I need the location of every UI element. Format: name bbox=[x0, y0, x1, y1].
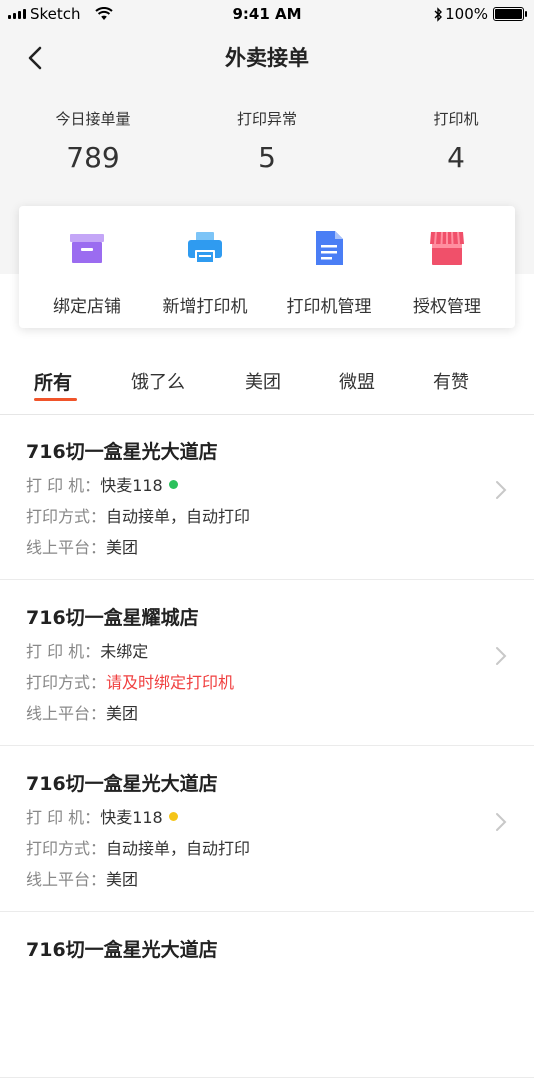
field-label: 线上平台： bbox=[26, 538, 107, 557]
battery-icon bbox=[493, 7, 527, 21]
tab-youzan[interactable]: 有赞 bbox=[433, 368, 469, 394]
tab-eleme[interactable]: 饿了么 bbox=[131, 368, 185, 394]
tab-all[interactable]: 所有 bbox=[34, 368, 72, 395]
field-label: 打 印 机： bbox=[26, 642, 101, 661]
stat-printers: 打印机 4 bbox=[386, 108, 526, 174]
platform-row: 线上平台： 美团 bbox=[26, 866, 138, 890]
stat-today-orders: 今日接单量 789 bbox=[23, 108, 163, 174]
status-dot bbox=[168, 811, 178, 821]
add-printer-button[interactable]: 新增打印机 bbox=[143, 228, 267, 317]
platform-value: 美团 bbox=[106, 538, 139, 557]
field-label: 打印方式： bbox=[26, 507, 107, 526]
printer-value: 快麦118 bbox=[100, 808, 163, 827]
stat-value: 789 bbox=[66, 141, 120, 174]
platform-value: 美团 bbox=[106, 704, 139, 723]
list-item[interactable]: 716切一盒星光大道店 打 印 机： 快麦118 打印方式： 自动接单，自动打印… bbox=[0, 747, 534, 912]
quick-actions-card: 绑定店铺 新增打印机 打印机管理 授权管理 bbox=[19, 206, 515, 328]
field-label: 线上平台： bbox=[26, 704, 107, 723]
stat-value: 4 bbox=[447, 141, 465, 174]
list-item[interactable]: 716切一盒星耀城店 打 印 机： 未绑定 打印方式： 请及时绑定打印机 线上平… bbox=[0, 581, 534, 746]
navigation-bar: 外卖接单 bbox=[0, 28, 534, 84]
field-label: 打印方式： bbox=[26, 839, 107, 858]
battery-percent: 100% bbox=[445, 5, 488, 23]
list-item[interactable]: 716切一盒星光大道店 打 印 机： 快麦118 打印方式： 自动接单，自动打印… bbox=[0, 415, 534, 580]
printer-value: 快麦118 bbox=[100, 476, 163, 495]
chevron-right-icon bbox=[496, 481, 507, 499]
status-bar: Sketch 9:41 AM 100% bbox=[0, 0, 534, 28]
archive-box-icon bbox=[70, 234, 104, 263]
printer-row: 打 印 机： 快麦118 bbox=[26, 804, 178, 828]
bind-store-button[interactable]: 绑定店铺 bbox=[25, 228, 149, 317]
status-dot bbox=[168, 479, 178, 489]
active-tab-indicator bbox=[34, 398, 77, 401]
chevron-right-icon bbox=[496, 813, 507, 831]
field-label: 打 印 机： bbox=[26, 808, 101, 827]
page-title: 外卖接单 bbox=[225, 46, 309, 70]
chevron-right-icon bbox=[496, 647, 507, 665]
print-mode-row: 打印方式： 自动接单，自动打印 bbox=[26, 503, 250, 527]
list-item[interactable]: 716切一盒星光大道店 bbox=[0, 913, 534, 1078]
stats-summary: 今日接单量 789 打印异常 5 打印机 4 bbox=[0, 108, 534, 188]
print-mode-value: 自动接单，自动打印 bbox=[106, 839, 251, 858]
store-name: 716切一盒星光大道店 bbox=[26, 773, 218, 795]
printer-row: 打 印 机： 快麦118 bbox=[26, 472, 178, 496]
printer-management-button[interactable]: 打印机管理 bbox=[267, 228, 391, 317]
stat-value: 5 bbox=[258, 141, 276, 174]
platform-row: 线上平台： 美团 bbox=[26, 700, 138, 724]
authorization-management-button[interactable]: 授权管理 bbox=[385, 228, 509, 317]
printer-row: 打 印 机： 未绑定 bbox=[26, 638, 148, 662]
field-label: 打印方式： bbox=[26, 673, 107, 692]
platform-value: 美团 bbox=[106, 870, 139, 889]
action-label: 打印机管理 bbox=[286, 297, 372, 317]
stat-print-errors: 打印异常 5 bbox=[197, 108, 337, 174]
print-mode-value: 自动接单，自动打印 bbox=[106, 507, 251, 526]
stat-label: 打印机 bbox=[433, 110, 479, 128]
store-name: 716切一盒星耀城店 bbox=[26, 607, 199, 629]
document-icon bbox=[316, 231, 343, 265]
print-mode-row: 打印方式： 自动接单，自动打印 bbox=[26, 835, 250, 859]
field-label: 打 印 机： bbox=[26, 476, 101, 495]
action-label: 授权管理 bbox=[413, 297, 481, 317]
platform-row: 线上平台： 美团 bbox=[26, 534, 138, 558]
tab-meituan[interactable]: 美团 bbox=[245, 368, 281, 394]
tab-weimeng[interactable]: 微盟 bbox=[339, 368, 375, 394]
bluetooth-icon bbox=[434, 6, 443, 22]
stat-label: 打印异常 bbox=[236, 110, 297, 128]
action-label: 绑定店铺 bbox=[53, 297, 121, 317]
platform-tabs: 所有 饿了么 美团 微盟 有赞 bbox=[0, 354, 534, 415]
status-right: 100% bbox=[433, 5, 527, 23]
field-label: 线上平台： bbox=[26, 870, 107, 889]
action-label: 新增打印机 bbox=[162, 297, 248, 317]
store-name: 716切一盒星光大道店 bbox=[26, 939, 218, 961]
stat-label: 今日接单量 bbox=[55, 110, 131, 128]
bind-printer-warning: 请及时绑定打印机 bbox=[106, 673, 235, 692]
storefront-icon bbox=[430, 231, 464, 265]
print-mode-row: 打印方式： 请及时绑定打印机 bbox=[26, 669, 234, 693]
store-name: 716切一盒星光大道店 bbox=[26, 441, 218, 463]
printer-icon bbox=[188, 232, 222, 264]
printer-value: 未绑定 bbox=[100, 642, 149, 661]
